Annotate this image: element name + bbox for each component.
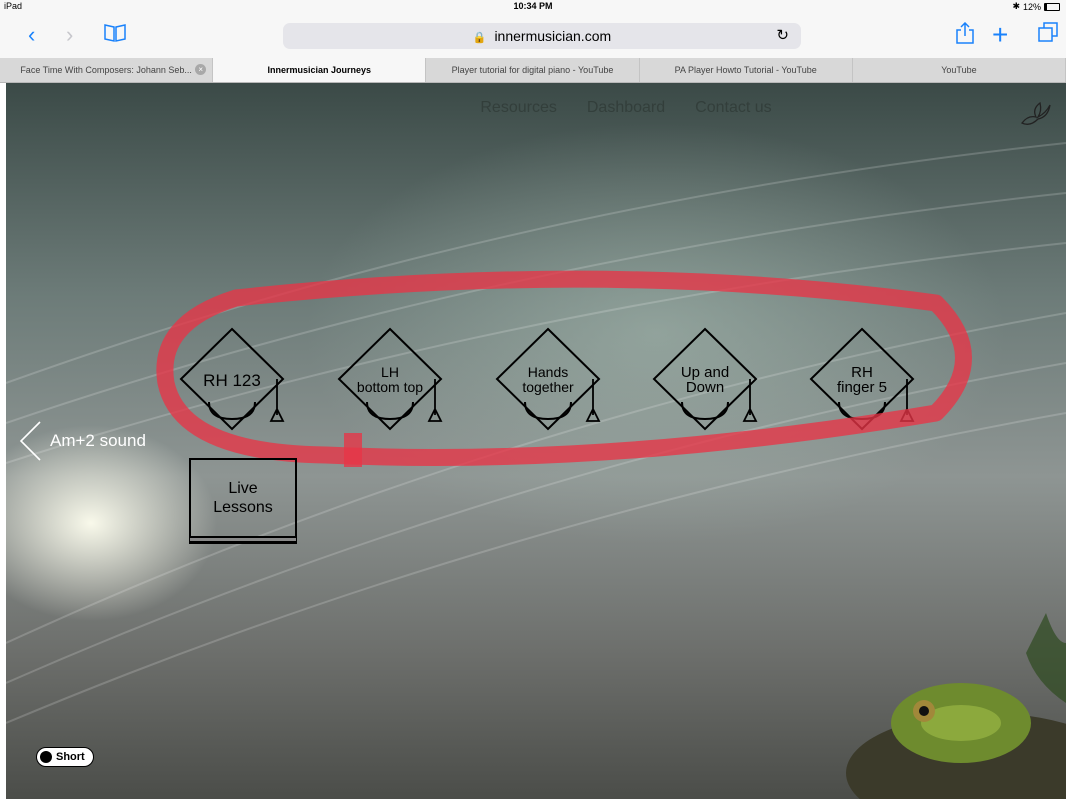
toggle-knob (40, 751, 52, 763)
address-bar[interactable]: 🔒 innermusician.com ↻ (283, 23, 801, 49)
tab-pa-player-howto[interactable]: PA Player Howto Tutorial - YouTube (640, 58, 853, 82)
forward-icon[interactable]: › (66, 22, 73, 48)
new-tab-icon[interactable]: + (992, 21, 1008, 49)
close-icon[interactable]: × (195, 64, 207, 75)
tab-player-tutorial[interactable]: Player tutorial for digital piano - YouT… (426, 58, 640, 82)
clock: 10:34 PM (513, 1, 553, 11)
frog-illustration (846, 613, 1066, 799)
tab-label: Face Time With Composers: Johann Seb... (20, 65, 192, 75)
short-toggle[interactable]: Short (36, 747, 94, 767)
tab-label: Player tutorial for digital piano - YouT… (451, 65, 614, 75)
tabs-overview-icon[interactable] (1038, 22, 1058, 48)
status-bar: iPad 10:34 PM ✱ 12% (0, 0, 1066, 14)
tab-facetime-composers[interactable]: Face Time With Composers: Johann Seb... … (0, 58, 214, 82)
bookmarks-icon[interactable] (104, 22, 126, 48)
back-icon[interactable]: ‹ (28, 22, 35, 48)
toggle-label: Short (56, 751, 85, 763)
tab-strip: Face Time With Composers: Johann Seb... … (0, 58, 1066, 83)
page-content: Resources Dashboard Contact us RH 123 LH… (6, 83, 1066, 799)
tab-label: Innermusician Journeys (267, 65, 372, 75)
tab-label: PA Player Howto Tutorial - YouTube (674, 65, 817, 75)
lock-icon: 🔒 (472, 32, 487, 44)
browser-toolbar: ‹ › 🔒 innermusician.com ↻ + (0, 14, 1066, 58)
reload-icon[interactable]: ↻ (776, 23, 789, 49)
tab-innermusician-journeys[interactable]: Innermusician Journeys (213, 58, 427, 82)
url-text: innermusician.com (494, 28, 612, 44)
battery-percent: 12% (1022, 1, 1041, 12)
tab-youtube[interactable]: YouTube (853, 58, 1066, 82)
tab-label: YouTube (941, 65, 977, 75)
bluetooth-icon: ✱ (1012, 1, 1020, 11)
share-icon[interactable] (956, 21, 974, 50)
battery-icon (1044, 2, 1060, 11)
